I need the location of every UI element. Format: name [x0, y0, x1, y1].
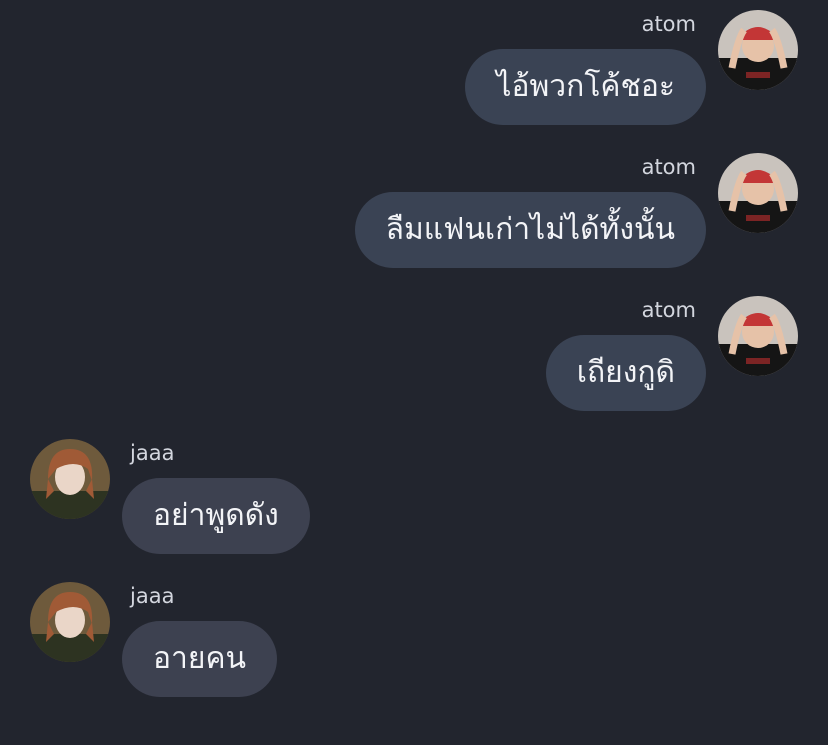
atom-avatar[interactable] — [718, 296, 798, 376]
message-bubble[interactable]: เถียงกูดิ — [545, 335, 706, 411]
message-row: jaaa อายคน — [0, 572, 828, 702]
message-bubble[interactable]: ลืมแฟนเก่าไม่ได้ทั้งนั้น — [354, 192, 706, 268]
jaaa-avatar[interactable] — [30, 439, 110, 519]
avatar-photo-icon — [30, 439, 110, 519]
message-bubble[interactable]: อย่าพูดดัง — [122, 478, 310, 554]
avatar-photo-icon — [718, 10, 798, 90]
message-bubble[interactable]: อายคน — [122, 621, 278, 697]
message-row: atom เถียงกูดิ — [0, 286, 828, 416]
sender-name: atom — [641, 155, 696, 179]
message-bubble[interactable]: ไอ้พวกโค้ชอะ — [465, 49, 706, 125]
sender-name: atom — [641, 12, 696, 36]
sender-name: jaaa — [130, 441, 175, 465]
avatar-photo-icon — [718, 296, 798, 376]
sender-name: jaaa — [130, 584, 175, 608]
message-row: atom ลืมแฟนเก่าไม่ได้ทั้งนั้น — [0, 143, 828, 273]
jaaa-avatar[interactable] — [30, 582, 110, 662]
message-row: atom ไอ้พวกโค้ชอะ — [0, 0, 828, 130]
message-row: jaaa อย่าพูดดัง — [0, 429, 828, 559]
atom-avatar[interactable] — [718, 10, 798, 90]
avatar-photo-icon — [30, 582, 110, 662]
atom-avatar[interactable] — [718, 153, 798, 233]
sender-name: atom — [641, 298, 696, 322]
avatar-photo-icon — [718, 153, 798, 233]
